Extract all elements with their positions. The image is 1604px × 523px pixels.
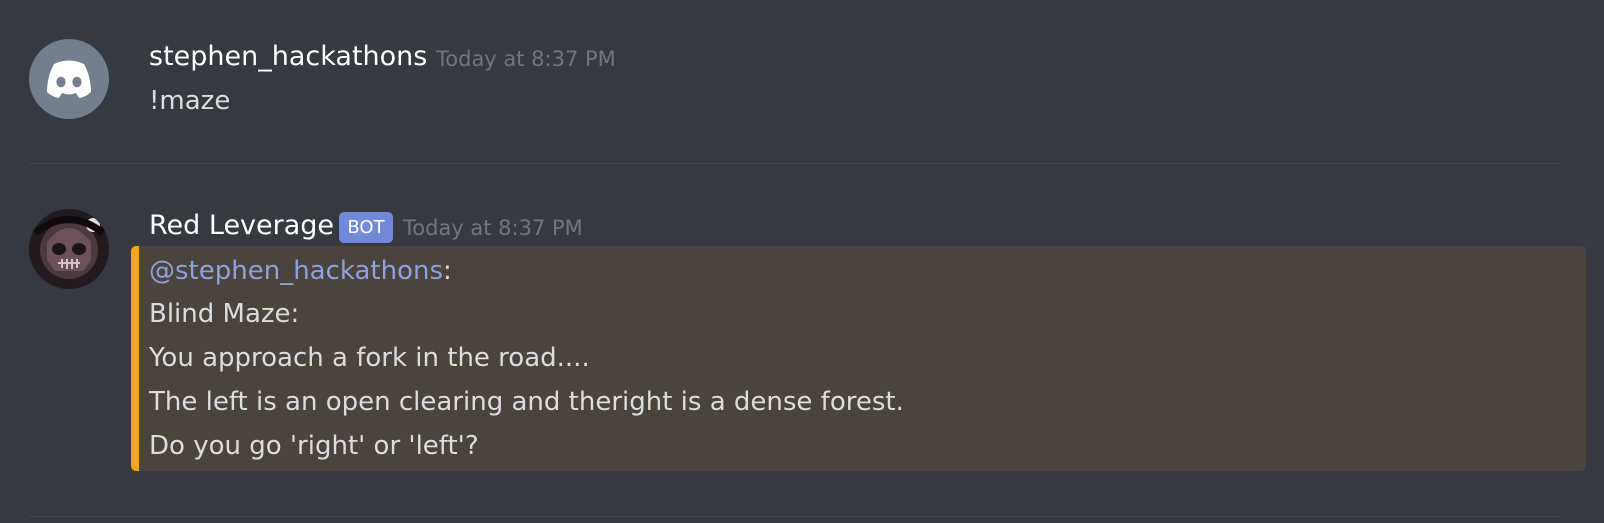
user-mention[interactable]: @stephen_hackathons xyxy=(149,256,443,286)
embed-line: You approach a fork in the road.... xyxy=(149,343,590,373)
message-username[interactable]: stephen_hackathons xyxy=(149,40,427,74)
embed-title: Blind Maze: xyxy=(149,299,300,329)
chat-messages: stephen_hackathons Today at 8:37 PM !maz… xyxy=(0,0,1604,523)
message-timestamp: Today at 8:37 PM xyxy=(403,216,583,240)
embed-line: The left is an open clearing and therigh… xyxy=(149,387,904,417)
message-timestamp: Today at 8:37 PM xyxy=(436,47,616,71)
discord-logo-icon xyxy=(47,60,91,98)
bot-username[interactable]: Red Leverage xyxy=(149,209,334,243)
bot-tag: BOT xyxy=(339,212,393,243)
bot-avatar[interactable] xyxy=(29,209,109,289)
user-avatar[interactable] xyxy=(29,39,109,119)
embed-line: Do you go 'right' or 'left'? xyxy=(149,431,479,461)
message-text: !maze xyxy=(149,86,231,116)
skull-avatar-icon xyxy=(29,209,109,289)
message-divider xyxy=(29,516,1559,517)
embed-mention-line: @stephen_hackathons: xyxy=(149,255,452,287)
message-divider xyxy=(29,163,1559,164)
mention-suffix: : xyxy=(443,256,452,286)
